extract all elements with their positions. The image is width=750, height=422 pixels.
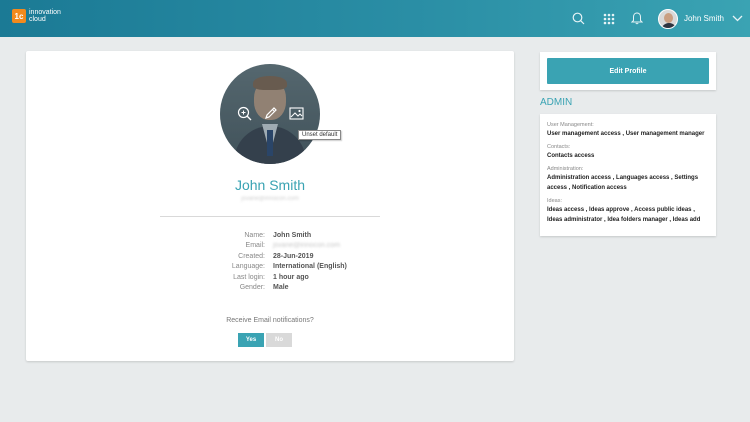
permissions-card: User Management: User management access … <box>540 114 716 236</box>
detail-row: Last login: 1 hour ago <box>26 273 514 283</box>
header-actions: John Smith <box>572 0 750 37</box>
detail-label: Gender: <box>239 283 265 291</box>
detail-row: Gender: Male <box>26 283 514 293</box>
top-bar: 1c innovation cloud John Smith <box>0 0 750 37</box>
detail-value: jsvane@innocon.com <box>273 242 341 250</box>
detail-value: 1 hour ago <box>273 273 309 281</box>
detail-label: Language: <box>231 263 265 271</box>
permission-group-title: Administration: <box>547 166 584 172</box>
detail-value: International (English) <box>273 263 347 271</box>
detail-row: Language: International (English) <box>26 262 514 272</box>
logo-text-line1: innovation <box>29 9 61 16</box>
user-avatar[interactable] <box>657 8 678 29</box>
permission-group-title: Contacts: <box>547 144 571 150</box>
permission-group-items: Contacts access <box>547 153 595 159</box>
no-button[interactable]: No <box>266 333 292 347</box>
detail-row: Email: jsvane@innocon.com <box>26 241 514 251</box>
detail-row: Created: 28-Jun-2019 <box>26 252 514 262</box>
detail-label: Last login: <box>233 273 265 281</box>
user-name[interactable]: John Smith <box>684 14 724 23</box>
detail-label: Name: <box>244 232 265 239</box>
image-icon[interactable] <box>287 104 305 122</box>
edit-profile-button[interactable]: Edit Profile <box>547 58 709 84</box>
detail-value: 28-Jun-2019 <box>273 252 314 260</box>
notifications-toggle: Yes No <box>238 333 292 347</box>
zoom-icon[interactable] <box>235 104 253 122</box>
permission-group-title: Ideas: <box>547 198 562 204</box>
profile-card: Unset default John Smith jsvane@innocon.… <box>26 51 514 361</box>
photo-tooltip: Unset default <box>298 130 342 140</box>
search-icon[interactable] <box>572 12 586 26</box>
edit-profile-panel: Edit Profile <box>540 52 716 90</box>
admin-title: ADMIN <box>540 97 573 108</box>
profile-details: Name: John Smith Email: jsvane@innocon.c… <box>26 231 514 293</box>
logo[interactable]: 1c innovation cloud <box>12 9 61 23</box>
logo-text-line2: cloud <box>29 16 46 23</box>
permission-group: Ideas: Ideas access , Ideas approve , Ac… <box>547 197 709 225</box>
permission-group: Administration: Administration access , … <box>547 165 709 193</box>
permission-group: User Management: User management access … <box>547 121 709 139</box>
logo-mark: 1c <box>12 9 26 23</box>
permission-group-title: User Management: <box>547 122 594 128</box>
detail-row: Name: John Smith <box>26 231 514 241</box>
detail-value: John Smith <box>273 232 312 239</box>
photo-actions <box>220 104 320 122</box>
permission-group: Contacts: Contacts access <box>547 143 709 161</box>
divider <box>160 216 380 217</box>
detail-label: Created: <box>238 252 265 260</box>
apps-grid-icon[interactable] <box>602 12 616 26</box>
detail-value: Male <box>273 283 289 291</box>
detail-label: Email: <box>245 242 265 250</box>
notifications-label: Receive Email notifications? <box>226 317 314 324</box>
chevron-down-icon[interactable] <box>730 12 744 26</box>
edit-pencil-icon[interactable] <box>261 104 279 122</box>
profile-photo[interactable] <box>220 64 320 164</box>
profile-name: John Smith <box>234 177 306 193</box>
bell-icon[interactable] <box>630 12 644 26</box>
profile-email: jsvane@innocon.com <box>241 196 299 202</box>
yes-button[interactable]: Yes <box>238 333 264 347</box>
permission-group-items: User management access , User management… <box>547 131 705 137</box>
permission-group-items: Ideas access , Ideas approve , Access pu… <box>547 207 701 223</box>
permission-group-items: Administration access , Languages access… <box>547 175 699 191</box>
